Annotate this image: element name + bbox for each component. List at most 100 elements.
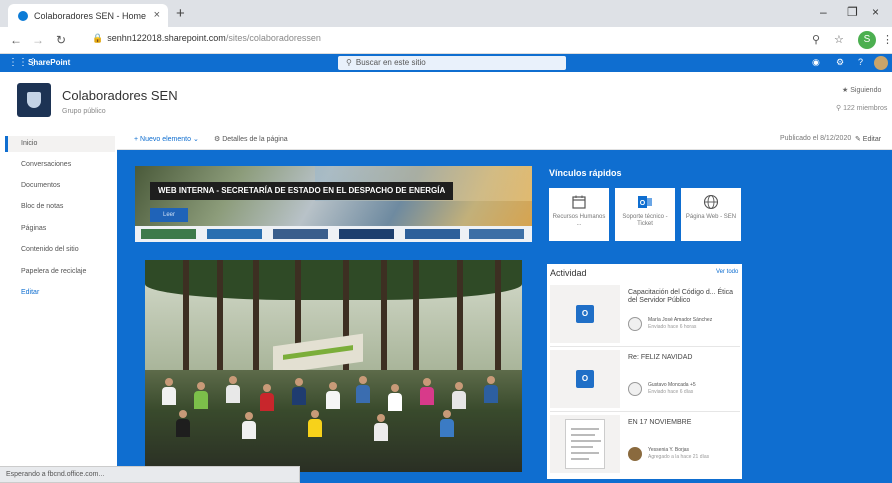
zoom-icon[interactable]: ⚲ [812, 33, 820, 46]
quick-link-pagina-web[interactable]: Página Web - SEN [681, 188, 741, 241]
activity-item[interactable]: EN 17 NOVIEMBRE Yessenia Y. Borjas Agreg… [550, 415, 740, 475]
outlook-icon: O [638, 196, 652, 208]
person [292, 387, 306, 405]
activity-meta: Yessenia Y. Borjas Agregado a la hace 21… [628, 447, 738, 463]
person [377, 414, 385, 422]
group-photo[interactable] [145, 260, 522, 472]
reload-icon[interactable]: ↻ [56, 33, 66, 47]
person [391, 384, 399, 392]
person [455, 382, 463, 390]
nav-edit-link[interactable]: Editar [5, 285, 115, 301]
photo-canopy [145, 260, 522, 300]
person [176, 419, 190, 437]
help-icon[interactable]: ? [858, 57, 863, 67]
banner-thumbnail[interactable] [207, 229, 262, 239]
nav-item-paginas[interactable]: Páginas [5, 221, 115, 237]
outlook-doc-icon: O [576, 305, 594, 323]
quick-link-label: Página Web - SEN [685, 214, 737, 220]
search-icon: ⚲ [346, 58, 352, 67]
settings-gear-icon[interactable]: ⚙ [836, 57, 844, 68]
banner-title: WEB INTERNA - SECRETARÍA DE ESTADO EN EL… [150, 182, 454, 200]
activity-time: Enviado hace 6 horas [648, 324, 697, 330]
person [420, 387, 434, 405]
activity-item[interactable]: O Re: FELIZ NAVIDAD Gustavo Moncada +5 E… [550, 350, 740, 410]
activity-item[interactable]: O Capacitación del Código d... Ética del… [550, 285, 740, 345]
see-all-link[interactable]: Ver todo [716, 269, 738, 275]
author-avatar [628, 447, 642, 461]
left-navigation: Inicio Conversaciones Documentos Bloc de… [0, 128, 117, 483]
activity-time: Enviado hace 6 días [648, 389, 694, 395]
profile-avatar[interactable]: S [858, 31, 876, 49]
person [263, 384, 271, 392]
lock-icon: 🔒 [92, 33, 104, 43]
site-search-input[interactable]: ⚲ Buscar en este sitio [338, 56, 566, 70]
banner-thumbnail[interactable] [273, 229, 328, 239]
author-avatar [628, 317, 642, 331]
shield-icon [27, 92, 41, 108]
back-arrow-icon[interactable]: ← [10, 33, 22, 47]
divider [550, 411, 740, 412]
url-domain: senhn122018.sharepoint.com [107, 33, 226, 43]
banner-thumbnail[interactable] [339, 229, 394, 239]
activity-meta: María José Amador Sánchez Enviado hace 6… [628, 317, 738, 333]
user-avatar[interactable] [874, 56, 888, 70]
person [443, 410, 451, 418]
person [484, 385, 498, 403]
person [423, 378, 431, 386]
notifications-icon[interactable]: ◉ [812, 57, 820, 68]
person [326, 391, 340, 409]
activity-author: Gustavo Moncada +5 [648, 382, 696, 388]
activity-meta: Gustavo Moncada +5 Enviado hace 6 días [628, 382, 738, 398]
nav-item-papelera[interactable]: Papelera de reciclaje [5, 264, 115, 280]
maximize-button[interactable]: ❐ [847, 5, 858, 19]
person [311, 410, 319, 418]
banner-button[interactable]: Leer [150, 208, 188, 222]
command-bar: + Nuevo elemento ⌄ ⚙ Detalles de la pági… [117, 128, 892, 150]
banner-thumbnail[interactable] [405, 229, 460, 239]
quick-link-label: Recursos Humanos ... [552, 214, 606, 227]
nav-item-contenido-del-sitio[interactable]: Contenido del sitio [5, 242, 115, 258]
activity-title: Actividad [550, 268, 587, 278]
person [440, 419, 454, 437]
new-tab-button[interactable]: + [176, 5, 185, 22]
banner-thumbnail[interactable] [469, 229, 524, 239]
new-item-button[interactable]: + Nuevo elemento ⌄ [134, 135, 199, 143]
follow-button[interactable]: ★ Siguiendo [842, 86, 881, 94]
nav-item-documentos[interactable]: Documentos [5, 178, 115, 194]
minimize-button[interactable]: – [820, 5, 827, 19]
quick-link-label: Soporte técnico - Ticket [622, 214, 668, 227]
person [245, 412, 253, 420]
person [329, 382, 337, 390]
search-placeholder: Buscar en este sitio [355, 58, 426, 67]
browser-tab[interactable]: Colaboradores SEN - Home × [8, 4, 168, 27]
nav-item-bloc-de-notas[interactable]: Bloc de notas [5, 199, 115, 215]
quick-link-soporte-tecnico[interactable]: O Soporte técnico - Ticket [615, 188, 675, 241]
members-count[interactable]: ⚲ 122 miembros [836, 104, 887, 112]
quick-links-title: Vínculos rápidos [549, 168, 622, 178]
published-date: Publicado el 8/12/2020 [780, 135, 852, 142]
person [226, 385, 240, 403]
activity-item-title: EN 17 NOVIEMBRE [628, 419, 692, 426]
bookmark-star-icon[interactable]: ☆ [834, 33, 844, 46]
divider [550, 346, 740, 347]
quick-link-recursos-humanos[interactable]: Recursos Humanos ... [549, 188, 609, 241]
url-path: /sites/colaboradoressen [225, 33, 321, 43]
sharepoint-brand[interactable]: SharePoint [28, 58, 70, 67]
browser-menu-icon[interactable]: ⋮ [882, 33, 892, 46]
person [388, 393, 402, 411]
site-subtitle: Grupo público [62, 108, 106, 115]
banner-thumbnail[interactable] [141, 229, 196, 239]
activity-item-title: Re: FELIZ NAVIDAD [628, 354, 693, 361]
close-window-button[interactable]: × [872, 5, 879, 19]
tab-close-icon[interactable]: × [154, 9, 160, 21]
url-field[interactable]: 🔒 senhn122018.sharepoint.com/sites/colabo… [92, 33, 321, 44]
page-details-button[interactable]: ⚙ Detalles de la página [214, 135, 288, 143]
nav-item-inicio[interactable]: Inicio [5, 136, 115, 152]
site-title[interactable]: Colaboradores SEN [62, 88, 178, 103]
site-logo[interactable] [17, 83, 51, 117]
person [295, 378, 303, 386]
nav-item-conversaciones[interactable]: Conversaciones [5, 157, 115, 173]
edit-page-button[interactable]: ✎ Editar [855, 135, 881, 143]
forward-arrow-icon[interactable]: → [32, 33, 44, 47]
sharepoint-favicon-icon [18, 10, 28, 21]
